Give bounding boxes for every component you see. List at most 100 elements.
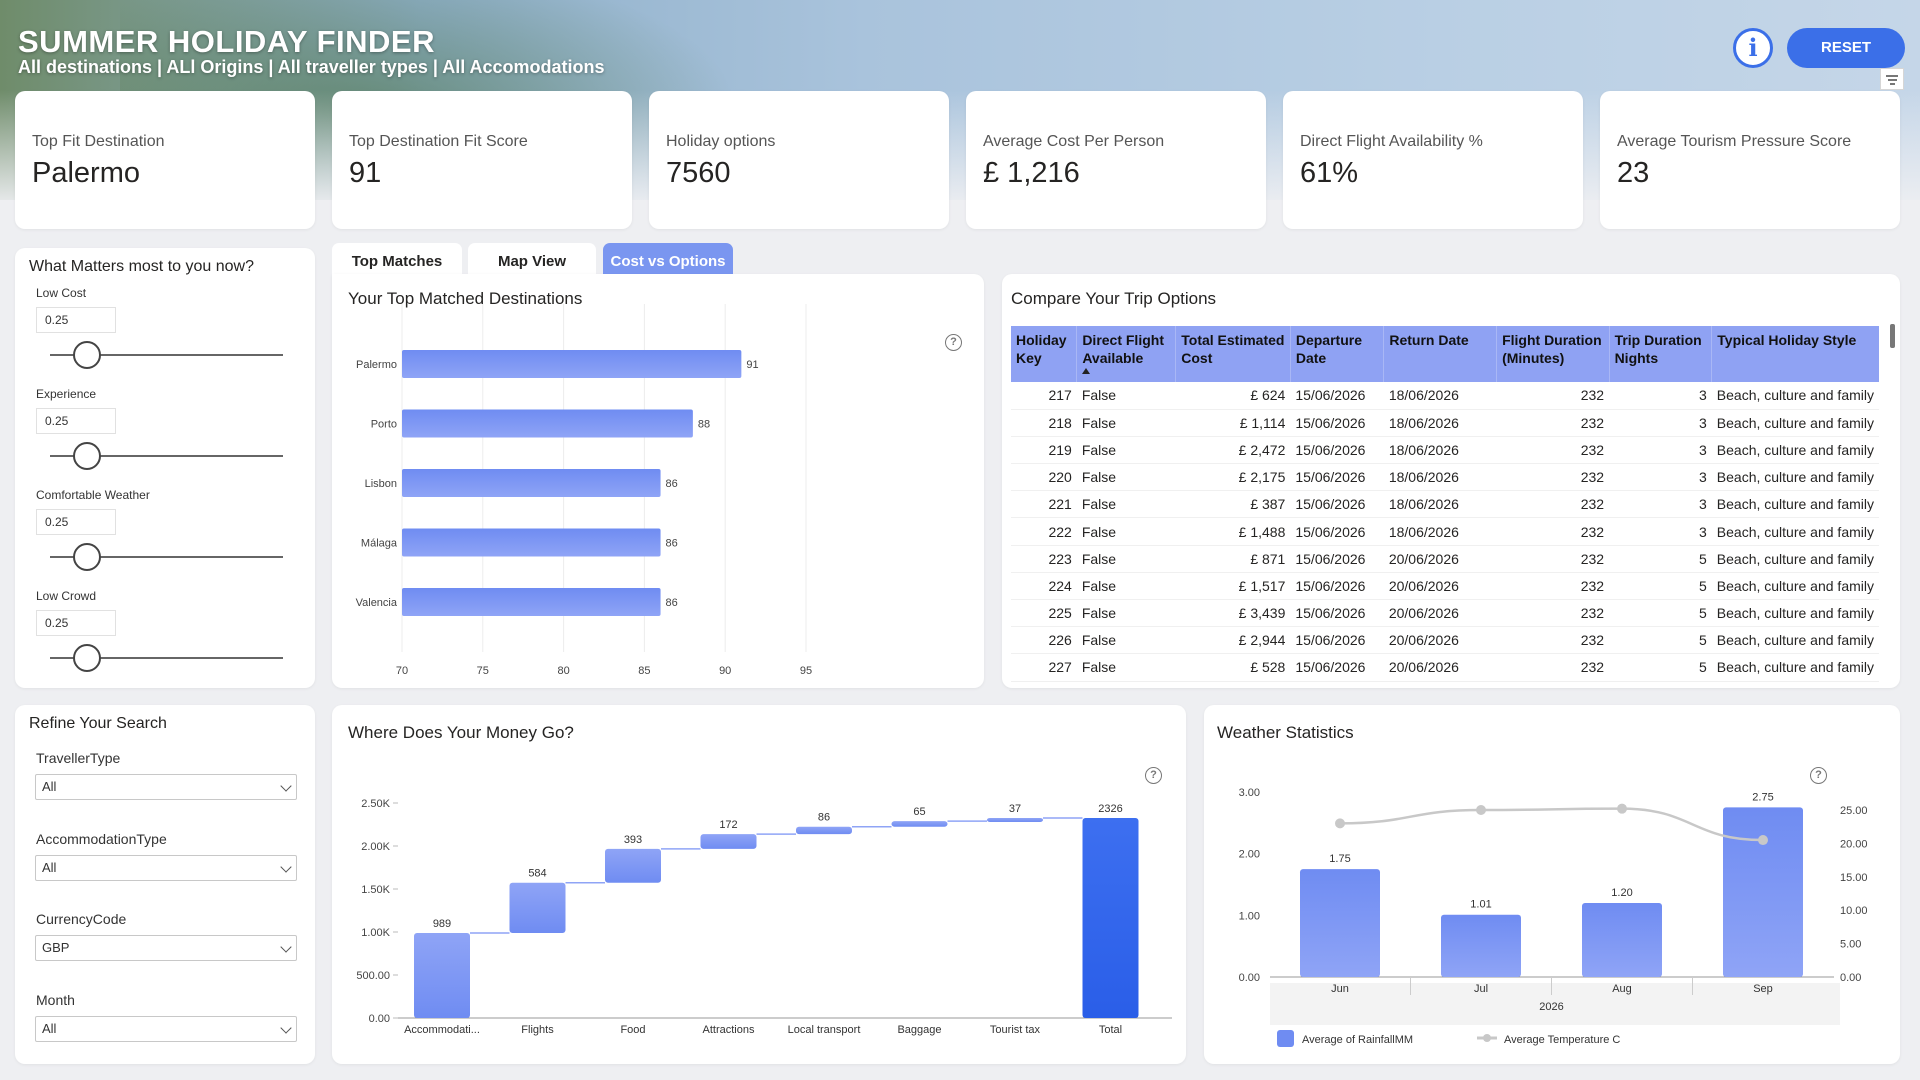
table-cell: 15/06/2026 xyxy=(1290,545,1384,573)
table-cell: 221 xyxy=(1011,490,1077,519)
column-header[interactable]: Return Date xyxy=(1383,326,1497,382)
kpi-label: Top Fit Destination xyxy=(32,133,165,150)
y-tick-label-left: 2.00 xyxy=(1239,849,1260,861)
table-cell: 225 xyxy=(1011,599,1077,628)
table-cell: 20/06/2026 xyxy=(1383,545,1497,573)
kpi-card-top-destination: Top Fit Destination Palermo xyxy=(15,91,315,229)
table-row[interactable]: 223 False £ 871 15/06/2026 20/06/2026 232 5 Bea… xyxy=(1011,545,1879,573)
experience-input[interactable]: 0.25 xyxy=(36,408,116,434)
table-cell: False xyxy=(1076,409,1176,437)
table-row[interactable]: 220 False £ 2,175 15/06/2026 18/06/2026 232 3 B… xyxy=(1011,463,1879,492)
table-cell: Beach, culture and family xyxy=(1711,517,1879,546)
x-tick-label: Sep xyxy=(1753,983,1773,995)
traveller-type-dropdown[interactable]: All xyxy=(35,774,297,800)
kpi-value: 61% xyxy=(1300,157,1359,189)
legend-marker-temperature xyxy=(1483,1034,1491,1042)
table-row[interactable]: 226 False £ 2,944 15/06/2026 20/06/2026 232 5 B… xyxy=(1011,626,1879,655)
table-cell: False xyxy=(1076,626,1176,655)
table-cell: Beach, culture and family xyxy=(1711,572,1879,601)
slider-label-weather: Comfortable Weather xyxy=(36,488,150,502)
table-cell: £ 528 xyxy=(1175,653,1291,682)
experience-slider-handle[interactable] xyxy=(73,442,102,470)
low-crowd-input[interactable]: 0.25 xyxy=(36,610,116,636)
reset-button[interactable]: RESET xyxy=(1787,28,1905,68)
table-cell: 232 xyxy=(1496,653,1610,682)
y-tick-label: Palermo xyxy=(356,359,397,371)
table-row[interactable]: 218 False £ 1,114 15/06/2026 18/06/2026 232 3 B… xyxy=(1011,409,1879,437)
data-label: 172 xyxy=(719,819,737,831)
x-tick-label: Aug xyxy=(1612,983,1632,995)
table-cell: 15/06/2026 xyxy=(1290,409,1384,437)
table-cell: False xyxy=(1076,572,1176,601)
kpi-label: Average Tourism Pressure Score xyxy=(1617,133,1852,150)
dropdown-value: All xyxy=(42,779,57,794)
filter-icon[interactable] xyxy=(1880,68,1904,90)
table-cell: 15/06/2026 xyxy=(1290,517,1384,546)
table-cell: False xyxy=(1076,599,1176,628)
table-cell: 5 xyxy=(1609,626,1712,655)
rainfall-bar xyxy=(1582,903,1662,977)
currency-code-label: CurrencyCode xyxy=(36,911,127,927)
table-cell: 218 xyxy=(1011,409,1077,437)
table-row[interactable]: 227 False £ 528 15/06/2026 20/06/2026 232 5 Bea… xyxy=(1011,653,1879,682)
bar xyxy=(402,528,661,557)
traveller-type-label: TravellerType xyxy=(36,750,121,766)
table-row[interactable]: 217 False £ 624 15/06/2026 18/06/2026 232 3 Bea… xyxy=(1011,382,1879,410)
accommodation-type-dropdown[interactable]: All xyxy=(35,855,297,881)
data-label: 37 xyxy=(1009,803,1021,815)
low-crowd-slider-handle[interactable] xyxy=(73,644,102,672)
table-scrollbar[interactable] xyxy=(1890,324,1895,348)
column-header[interactable]: Typical Holiday Style xyxy=(1711,326,1879,382)
accommodation-type-label: AccommodationType xyxy=(36,831,167,847)
table-row[interactable]: 224 False £ 1,517 15/06/2026 20/06/2026 232 5 B… xyxy=(1011,572,1879,601)
table-cell: 20/06/2026 xyxy=(1383,599,1497,628)
y-tick-label: Lisbon xyxy=(365,478,397,490)
table-cell: 232 xyxy=(1496,436,1610,465)
low-cost-slider-handle[interactable] xyxy=(73,341,102,369)
y-tick-label-right: 25.00 xyxy=(1840,805,1868,817)
column-header[interactable]: Trip Duration Nights xyxy=(1608,326,1712,382)
table-row[interactable]: 222 False £ 1,488 15/06/2026 18/06/2026 232 3 B… xyxy=(1011,517,1879,546)
kpi-value: 91 xyxy=(349,157,382,189)
trip-options-table: Holiday Key Direct Flight Available Tota… xyxy=(1011,326,1879,682)
table-cell: 232 xyxy=(1496,517,1610,546)
currency-code-dropdown[interactable]: GBP xyxy=(35,935,297,961)
table-cell: 15/06/2026 xyxy=(1290,599,1384,628)
column-header-direct-flight[interactable]: Direct Flight Available xyxy=(1076,326,1176,382)
table-row[interactable]: 221 False £ 387 15/06/2026 18/06/2026 232 3 Bea… xyxy=(1011,490,1879,519)
data-label: 88 xyxy=(698,419,710,431)
month-dropdown[interactable]: All xyxy=(35,1016,297,1042)
column-header[interactable]: Flight Duration (Minutes) xyxy=(1496,326,1610,382)
y-tick-label: 0.00 xyxy=(369,1013,390,1025)
y-tick-label-right: 10.00 xyxy=(1840,905,1868,917)
table-cell: 3 xyxy=(1609,463,1712,492)
waterfall-bar xyxy=(509,882,566,933)
weather-slider-handle[interactable] xyxy=(73,543,102,571)
table-cell: 232 xyxy=(1496,382,1610,410)
table-cell: £ 387 xyxy=(1175,490,1291,519)
trip-options-panel: Compare Your Trip Options Holiday Key Di… xyxy=(1002,274,1900,688)
table-cell: 219 xyxy=(1011,436,1077,465)
data-label: 1.75 xyxy=(1329,853,1350,865)
table-cell: £ 1,517 xyxy=(1175,572,1291,601)
table-cell: False xyxy=(1076,545,1176,573)
column-header[interactable]: Departure Date xyxy=(1289,326,1384,382)
table-cell: 3 xyxy=(1609,436,1712,465)
table-row[interactable]: 225 False £ 3,439 15/06/2026 20/06/2026 232 5 B… xyxy=(1011,599,1879,628)
table-cell: 18/06/2026 xyxy=(1383,490,1497,519)
table-row[interactable]: 219 False £ 2,472 15/06/2026 18/06/2026 232 3 B… xyxy=(1011,436,1879,465)
weather-input[interactable]: 0.25 xyxy=(36,509,116,535)
info-icon[interactable]: i xyxy=(1733,28,1773,68)
temperature-point xyxy=(1617,803,1627,814)
y-tick-label-left: 1.00 xyxy=(1239,910,1260,922)
chevron-down-icon xyxy=(280,1022,292,1034)
table-cell: 20/06/2026 xyxy=(1383,653,1497,682)
column-header[interactable]: Holiday Key xyxy=(1011,326,1077,382)
y-tick-label-right: 0.00 xyxy=(1840,972,1861,984)
table-cell: £ 1,488 xyxy=(1175,517,1291,546)
slider-label-experience: Experience xyxy=(36,387,97,401)
column-header[interactable]: Total Estimated Cost xyxy=(1175,326,1291,382)
low-cost-input[interactable]: 0.25 xyxy=(36,307,116,333)
table-cell: False xyxy=(1076,653,1176,682)
table-cell: 232 xyxy=(1496,490,1610,519)
